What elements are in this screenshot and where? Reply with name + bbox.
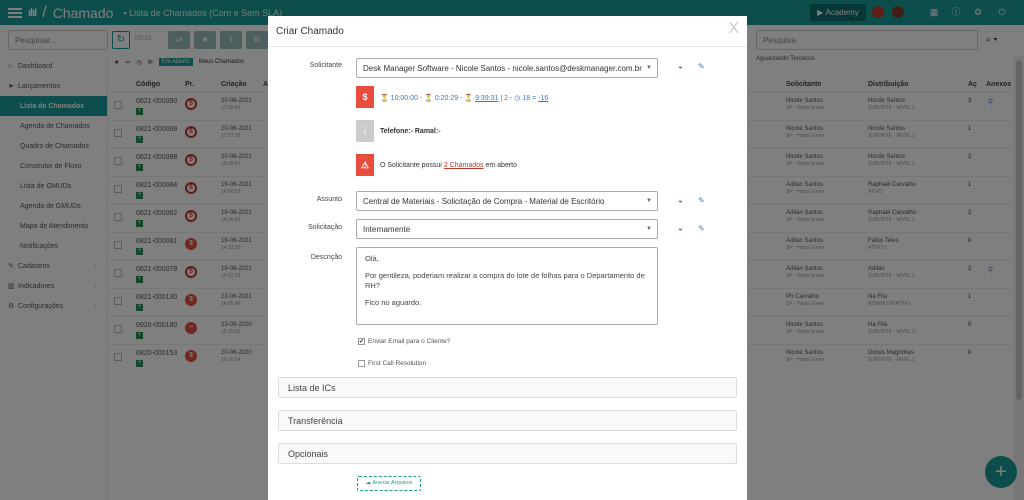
solicitacao-label: Solicitação <box>308 224 342 231</box>
criar-chamado-modal: Criar Chamado X Solicitante Desk Manager… <box>268 16 747 500</box>
alert-icon: ⚠ <box>356 154 374 176</box>
sla-info: ⏳ 10:00:00 - ⏳ 0:20:29 - ⏳ 9:39:31 | 2 -… <box>380 95 549 102</box>
edit-assunto-icon[interactable]: ✎ <box>698 196 705 205</box>
modal-title: Criar Chamado <box>276 26 344 37</box>
close-icon[interactable]: X <box>728 20 739 38</box>
view-assunto-icon[interactable]: ◒ <box>678 196 683 205</box>
assunto-select[interactable]: Central de Materiais - Solicitação de Co… <box>356 191 658 211</box>
hourglass-icon: ⏳ <box>464 95 474 102</box>
solicitante-label: Solicitante <box>309 62 342 69</box>
panel-opcionais[interactable]: Opcionais <box>278 443 737 464</box>
descricao-label: Descrição <box>310 254 342 261</box>
dropdown-arrow-icon: ▼ <box>646 226 652 232</box>
upload-icon: ☁ <box>365 480 372 486</box>
first-call-checkbox[interactable] <box>358 360 365 367</box>
panel-transferencia[interactable]: Transferência <box>278 410 737 431</box>
view-solicitante-icon[interactable]: ◒ <box>678 62 683 71</box>
enviar-email-label: Enviar Email para o Cliente? <box>368 338 451 345</box>
modal-divider <box>268 46 747 47</box>
info-icon: i <box>356 120 374 142</box>
dropdown-arrow-icon: ▼ <box>646 65 652 71</box>
hourglass-icon: ⏳ <box>380 95 389 102</box>
open-tickets-link[interactable]: 2 Chamados <box>444 162 484 169</box>
descricao-textarea[interactable]: Olá, Por gentileza, poderiam realizar a … <box>356 247 658 325</box>
enviar-email-checkbox[interactable]: ✔ <box>358 338 365 345</box>
assunto-label: Assunto <box>316 196 342 203</box>
alert-text: O Solicitante possui 2 Chamados em abert… <box>380 162 518 169</box>
first-call-label: First Call Resolution <box>368 360 427 367</box>
dropdown-arrow-icon: ▼ <box>646 198 652 204</box>
hourglass-icon: ⏳ <box>424 95 433 102</box>
panel-lista-ics[interactable]: Lista de ICs <box>278 377 737 398</box>
clock-icon: ◷ <box>514 95 521 102</box>
sla-dollar-icon: $ <box>356 86 374 108</box>
solicitante-select[interactable]: Desk Manager Software - Nicole Santos - … <box>356 58 658 78</box>
edit-solicitacao-icon[interactable]: ✎ <box>698 224 705 233</box>
telefone-text: Telefone:- Ramal:- <box>380 128 441 135</box>
edit-solicitante-icon[interactable]: ✎ <box>698 62 705 71</box>
solicitacao-select[interactable]: Internamente ▼ <box>356 219 658 239</box>
view-solicitacao-icon[interactable]: ◒ <box>678 224 683 233</box>
anexar-arquivos-button[interactable]: ☁ Anexar Arquivos <box>357 476 421 491</box>
